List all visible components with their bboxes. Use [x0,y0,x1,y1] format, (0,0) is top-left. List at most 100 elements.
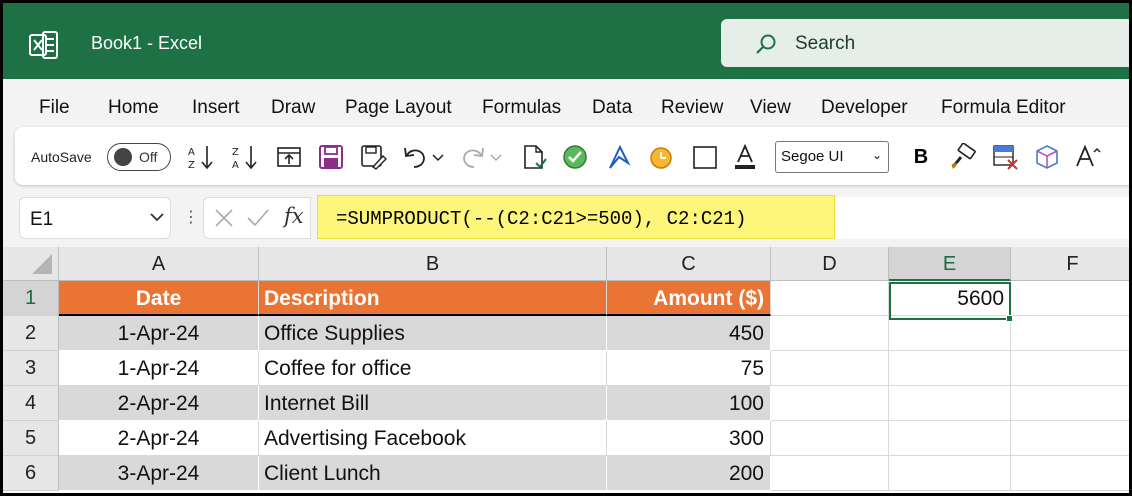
cell-e5[interactable] [889,421,1011,456]
cell-f4[interactable] [1011,386,1129,421]
select-all-button[interactable] [3,247,59,281]
table-row: 3-Apr-24 Client Lunch 200 [59,456,1129,491]
row-header-4[interactable]: 4 [3,386,59,421]
fill-handle[interactable] [1006,315,1013,322]
cell-c2[interactable]: 450 [607,316,771,351]
font-color-icon[interactable] [731,143,759,171]
column-header-b[interactable]: B [259,247,607,281]
formula-input[interactable]: =SUMPRODUCT(--(C2:C21>=500), C2:C21) [317,195,835,239]
cell-f2[interactable] [1011,316,1129,351]
cell-b3[interactable]: Coffee for office [259,351,607,386]
cell-b6[interactable]: Client Lunch [259,456,607,491]
tab-data[interactable]: Data [592,97,632,119]
autosave-toggle[interactable]: Off [107,143,171,171]
cell-f5[interactable] [1011,421,1129,456]
save-as-icon[interactable] [359,143,387,171]
format-painter-icon[interactable] [949,143,977,171]
cell-d4[interactable] [771,386,889,421]
column-header-f[interactable]: F [1011,247,1129,281]
tab-file[interactable]: File [39,97,70,119]
cell-b2[interactable]: Office Supplies [259,316,607,351]
search-icon [756,34,776,54]
column-header-d[interactable]: D [771,247,889,281]
cell-c4[interactable]: 100 [607,386,771,421]
svg-text:A: A [232,160,239,171]
cube-icon[interactable] [1033,143,1061,171]
cell-b1[interactable]: Description [259,281,607,316]
cell-c5[interactable]: 300 [607,421,771,456]
cell-a6[interactable]: 3-Apr-24 [59,456,259,491]
cell-a4[interactable]: 2-Apr-24 [59,386,259,421]
cell-b4[interactable]: Internet Bill [259,386,607,421]
name-box[interactable]: E1 [19,197,171,239]
row-header-5[interactable]: 5 [3,421,59,456]
cell-c1[interactable]: Amount ($) [607,281,771,316]
save-icon[interactable] [317,143,345,171]
row-header-6[interactable]: 6 [3,456,59,491]
tab-view[interactable]: View [750,97,791,119]
row-header-1[interactable]: 1 [3,281,59,316]
cell-d5[interactable] [771,421,889,456]
chevron-down-icon: ⌄ [871,148,882,162]
cell-e3[interactable] [889,351,1011,386]
undo-dropdown-icon[interactable] [431,143,445,171]
font-size-icon[interactable] [1075,143,1103,171]
search-box[interactable]: Search [721,19,1129,67]
insert-function-icon[interactable]: fx [284,204,304,228]
cell-d2[interactable] [771,316,889,351]
table-row: 1-Apr-24 Coffee for office 75 [59,351,1129,386]
cell-e2[interactable] [889,316,1011,351]
cell-b5[interactable]: Advertising Facebook [259,421,607,456]
tab-draw[interactable]: Draw [271,97,315,119]
sort-ascending-icon[interactable]: A Z [187,143,215,171]
cell-f3[interactable] [1011,351,1129,386]
undo-icon[interactable] [401,143,429,171]
timer-icon[interactable] [647,143,675,171]
name-box-value: E1 [30,209,54,230]
tab-insert[interactable]: Insert [192,97,240,119]
cell-c3[interactable]: 75 [607,351,771,386]
cell-a5[interactable]: 2-Apr-24 [59,421,259,456]
tab-developer[interactable]: Developer [821,97,908,119]
enter-check-icon[interactable] [246,208,270,228]
cancel-icon[interactable] [214,208,234,228]
cell-a2[interactable]: 1-Apr-24 [59,316,259,351]
bold-button[interactable]: B [907,143,935,171]
redo-icon[interactable] [459,143,487,171]
column-header-a[interactable]: A [59,247,259,281]
check-circle-icon[interactable] [561,143,589,171]
sort-descending-icon[interactable]: Z A [231,143,259,171]
formula-input-rest[interactable] [835,197,1129,239]
column-header-e[interactable]: E [889,247,1011,281]
redo-dropdown-icon[interactable] [489,143,503,171]
font-name-select[interactable]: Segoe UI ⌄ [775,141,889,173]
new-document-icon[interactable] [519,143,547,171]
cell-d1[interactable] [771,281,889,316]
tab-formula-editor[interactable]: Formula Editor [941,97,1066,119]
cell-c6[interactable]: 200 [607,456,771,491]
import-icon[interactable] [275,143,303,171]
cell-d6[interactable] [771,456,889,491]
tab-page-layout[interactable]: Page Layout [345,97,452,119]
table-row: 2-Apr-24 Advertising Facebook 300 [59,421,1129,456]
active-cell-selection[interactable] [889,282,1013,322]
tab-home[interactable]: Home [108,97,159,119]
cell-e6[interactable] [889,456,1011,491]
search-placeholder: Search [795,33,856,54]
column-header-c[interactable]: C [607,247,771,281]
ink-pen-icon[interactable] [605,143,633,171]
border-box-icon[interactable] [691,143,719,171]
cell-f1[interactable] [1011,281,1129,316]
tab-formulas[interactable]: Formulas [482,97,561,119]
more-options-icon[interactable]: ⋮ [183,207,199,227]
tab-review[interactable]: Review [661,97,723,119]
row-header-3[interactable]: 3 [3,351,59,386]
row-header-2[interactable]: 2 [3,316,59,351]
cell-e4[interactable] [889,386,1011,421]
cell-d3[interactable] [771,351,889,386]
cell-a3[interactable]: 1-Apr-24 [59,351,259,386]
clear-format-icon[interactable] [991,143,1019,171]
cell-a1[interactable]: Date [59,281,259,316]
cell-f6[interactable] [1011,456,1129,491]
chevron-down-icon [150,213,164,222]
